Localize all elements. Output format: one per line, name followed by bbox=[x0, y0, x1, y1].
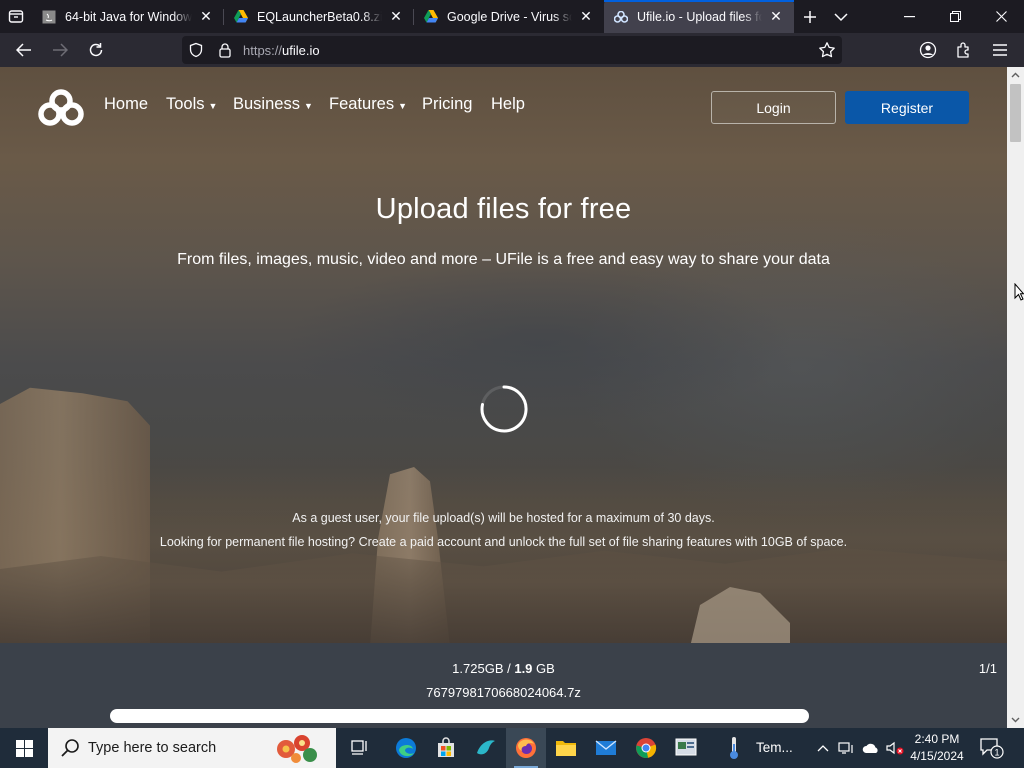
nav-tools-label: Tools bbox=[166, 95, 205, 113]
ufile-logo-icon[interactable] bbox=[38, 89, 84, 127]
mouse-cursor-icon bbox=[1014, 282, 1024, 302]
onedrive-cloud-icon[interactable] bbox=[860, 728, 882, 768]
extensions-icon[interactable] bbox=[951, 37, 977, 63]
close-icon[interactable]: ✕ bbox=[388, 8, 404, 25]
back-icon[interactable] bbox=[11, 37, 37, 63]
google-drive-icon bbox=[424, 10, 438, 24]
restore-icon[interactable] bbox=[932, 0, 978, 33]
clock-date: 4/15/2024 bbox=[910, 749, 964, 763]
navigation-toolbar: https://ufile.io bbox=[0, 33, 1024, 67]
upload-counter: 1/1 bbox=[978, 661, 997, 676]
ufile-icon bbox=[614, 10, 628, 24]
tab-title: Ufile.io - Upload files for f bbox=[637, 9, 762, 24]
chevron-down-icon: ▼ bbox=[208, 100, 218, 111]
nav-pricing[interactable]: Pricing bbox=[422, 95, 472, 114]
search-icon bbox=[60, 738, 80, 758]
storage-used: 1.725GB bbox=[452, 661, 504, 676]
google-drive-icon bbox=[234, 10, 248, 24]
volume-muted-icon[interactable] bbox=[884, 728, 906, 768]
list-all-tabs-icon[interactable] bbox=[830, 6, 852, 28]
storage-total-unit: GB bbox=[532, 661, 555, 676]
file-explorer-icon[interactable] bbox=[546, 728, 586, 768]
nav-home[interactable]: Home bbox=[104, 95, 148, 114]
clock-time: 2:40 PM bbox=[914, 732, 960, 746]
upload-file-name: 7679798170668024064.7z bbox=[426, 685, 581, 700]
close-icon[interactable]: ✕ bbox=[768, 8, 784, 25]
guest-notice: As a guest user, your file upload(s) wil… bbox=[292, 511, 715, 525]
tab-strip: 64-bit Java for Windows ✕ EQLauncherBeta… bbox=[0, 0, 1024, 33]
url-text[interactable]: https://ufile.io bbox=[243, 43, 320, 58]
taskbar-search[interactable]: Type here to search bbox=[48, 728, 336, 768]
show-hidden-icons-icon[interactable] bbox=[814, 728, 832, 768]
reload-icon[interactable] bbox=[83, 37, 109, 63]
close-icon[interactable]: ✕ bbox=[198, 8, 214, 25]
nav-business[interactable]: Business ▼ bbox=[233, 95, 313, 114]
web-page: Home Tools ▼ Business ▼ Features ▼ Pricing … bbox=[0, 67, 1007, 728]
system-clock[interactable]: 2:40 PM 4/15/2024 bbox=[906, 731, 968, 765]
upload-progress-bar bbox=[110, 709, 809, 723]
register-button[interactable]: Register bbox=[845, 91, 969, 124]
notification-count: 1 bbox=[994, 748, 999, 758]
paid-account-notice: Looking for permanent file hosting? Crea… bbox=[159, 535, 848, 549]
scrollbar-thumb[interactable] bbox=[1010, 84, 1021, 142]
minimize-icon[interactable] bbox=[886, 0, 932, 33]
bookmark-star-icon[interactable] bbox=[818, 41, 836, 59]
upload-status-panel: 1.725GB / 1.9 GB 7679798170668024064.7z … bbox=[0, 643, 1007, 728]
page-scrollbar[interactable] bbox=[1007, 67, 1024, 728]
tab-title: EQLauncherBeta0.8.zip - G bbox=[257, 9, 382, 24]
page-subtitle: From files, images, music, video and mor… bbox=[177, 251, 830, 268]
login-button[interactable]: Login bbox=[711, 91, 836, 124]
chevron-down-icon: ▼ bbox=[303, 100, 313, 111]
menu-hamburger-icon[interactable] bbox=[987, 37, 1013, 63]
firefox-icon[interactable] bbox=[506, 728, 546, 768]
task-view-icon[interactable] bbox=[340, 728, 380, 768]
edge-icon[interactable] bbox=[386, 728, 426, 768]
tracking-protection-icon[interactable] bbox=[188, 42, 204, 58]
chevron-down-icon: ▼ bbox=[398, 100, 408, 111]
storage-separator: / bbox=[503, 661, 515, 676]
nav-help[interactable]: Help bbox=[491, 95, 525, 114]
network-icon[interactable] bbox=[836, 728, 856, 768]
bird-app-icon[interactable] bbox=[466, 728, 506, 768]
url-scheme: https:// bbox=[243, 43, 283, 58]
page-title: Upload files for free bbox=[375, 193, 632, 225]
microsoft-store-icon[interactable] bbox=[426, 728, 466, 768]
close-icon[interactable]: ✕ bbox=[578, 8, 594, 25]
url-bar[interactable]: https://ufile.io bbox=[182, 36, 842, 64]
url-host: ufile.io bbox=[282, 43, 320, 58]
tab-google-drive[interactable]: Google Drive - Virus scan w ✕ bbox=[414, 0, 604, 33]
chrome-icon[interactable] bbox=[626, 728, 666, 768]
search-placeholder: Type here to search bbox=[88, 740, 217, 756]
tab-eqlauncher[interactable]: EQLauncherBeta0.8.zip - G ✕ bbox=[224, 0, 414, 33]
notification-center-icon[interactable]: 1 bbox=[978, 736, 1004, 760]
nav-features[interactable]: Features ▼ bbox=[329, 95, 407, 114]
nav-features-label: Features bbox=[329, 95, 395, 113]
account-icon[interactable] bbox=[915, 37, 941, 63]
weather-widget-label[interactable]: Tem... bbox=[756, 740, 793, 755]
upload-progress-fill bbox=[110, 709, 809, 723]
new-tab-icon[interactable] bbox=[799, 6, 821, 28]
tab-java[interactable]: 64-bit Java for Windows ✕ bbox=[32, 0, 224, 33]
scroll-down-icon[interactable] bbox=[1007, 712, 1024, 728]
windows-taskbar: Type here to search Tem... 2:40 PM 4/15/… bbox=[0, 728, 1024, 768]
forward-icon[interactable] bbox=[47, 37, 73, 63]
search-highlight-flowers-icon[interactable] bbox=[274, 731, 320, 765]
java-icon bbox=[42, 10, 56, 24]
thermometer-icon[interactable] bbox=[714, 728, 754, 768]
loading-spinner-icon bbox=[478, 383, 530, 435]
storage-usage: 1.725GB / 1.9 GB bbox=[0, 661, 1007, 676]
storage-total: 1.9 bbox=[514, 661, 533, 676]
tab-title: 64-bit Java for Windows bbox=[65, 9, 192, 24]
tab-title: Google Drive - Virus scan w bbox=[447, 9, 572, 24]
nav-business-label: Business bbox=[233, 95, 300, 113]
tab-overview-icon[interactable] bbox=[6, 6, 26, 26]
control-panel-icon[interactable] bbox=[666, 728, 706, 768]
lock-icon[interactable] bbox=[217, 42, 233, 58]
nav-tools[interactable]: Tools ▼ bbox=[166, 95, 217, 114]
window-close-icon[interactable] bbox=[978, 0, 1024, 33]
windows-start-icon[interactable] bbox=[0, 728, 48, 768]
tab-ufile[interactable]: Ufile.io - Upload files for f ✕ bbox=[604, 0, 794, 33]
mail-icon[interactable] bbox=[586, 728, 626, 768]
scroll-up-icon[interactable] bbox=[1007, 67, 1024, 83]
